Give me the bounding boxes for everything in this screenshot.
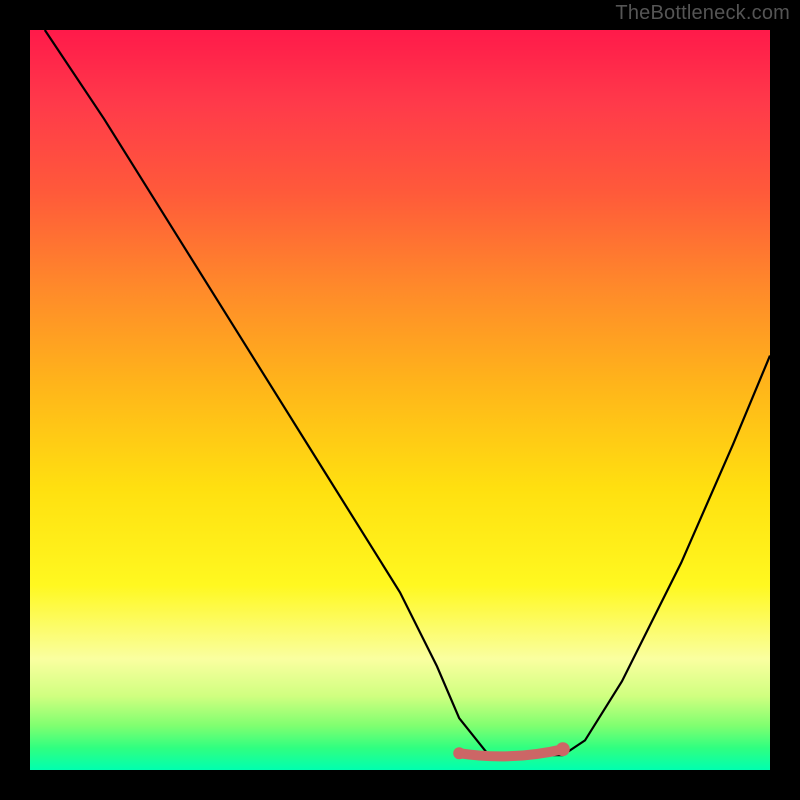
bottleneck-curve-line	[45, 30, 770, 755]
watermark-text: TheBottleneck.com	[615, 2, 790, 25]
optimal-dot-left	[453, 747, 465, 759]
optimal-range-marker	[459, 749, 563, 756]
chart-container: TheBottleneck.com	[0, 0, 800, 800]
curve-svg	[30, 30, 770, 770]
optimal-dot-right	[556, 742, 570, 756]
plot-area	[30, 30, 770, 770]
